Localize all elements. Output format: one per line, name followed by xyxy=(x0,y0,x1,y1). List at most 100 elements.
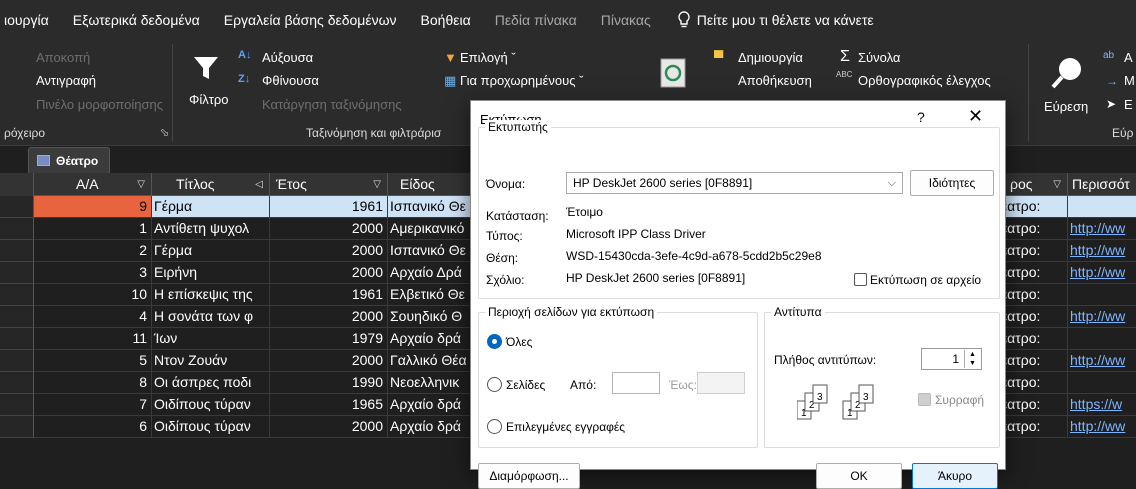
cell-year[interactable]: 1979 xyxy=(270,328,388,349)
spelling-button[interactable]: Ορθογραφικός έλεγχος xyxy=(858,73,991,88)
selection-button[interactable]: Επιλογή ˇ xyxy=(460,50,516,65)
cell-year[interactable]: 1990 xyxy=(270,372,388,393)
cell-description[interactable]: http://ww xyxy=(1068,240,1136,261)
cell-aa[interactable]: 1 xyxy=(34,218,152,239)
find-button[interactable]: Εύρεση xyxy=(1044,99,1088,114)
cell-aa[interactable]: 10 xyxy=(34,284,152,305)
menu-table-fields[interactable]: Πεδία πίνακα xyxy=(483,0,589,40)
menu-database-tools[interactable]: Εργαλεία βάσης δεδομένων xyxy=(212,0,409,40)
cell-aa[interactable]: 9 xyxy=(34,196,152,217)
spin-arrows-icon[interactable]: ▲ ▼ xyxy=(964,350,980,368)
cell-description[interactable] xyxy=(1068,328,1136,349)
cell-title[interactable]: Γέρμα xyxy=(152,240,270,261)
dropdown-arrow-icon[interactable]: ▽ xyxy=(373,173,381,196)
record-selector[interactable] xyxy=(0,262,34,284)
cell-description[interactable]: http://ww xyxy=(1068,416,1136,437)
print-to-file-checkbox[interactable] xyxy=(854,273,867,286)
hyperlink[interactable]: http://ww xyxy=(1070,242,1125,258)
cell-title[interactable]: Γέρμα xyxy=(152,196,270,217)
hyperlink[interactable]: http://ww xyxy=(1070,352,1125,368)
cell-year[interactable]: 2000 xyxy=(270,262,388,283)
cell-year[interactable]: 2000 xyxy=(270,350,388,371)
col-header-description[interactable]: Περισσότ xyxy=(1068,173,1136,196)
hyperlink[interactable]: http://ww xyxy=(1070,220,1125,236)
cell-year[interactable]: 2000 xyxy=(270,240,388,261)
format-painter-button[interactable]: Πινέλο μορφοποίησης xyxy=(36,97,163,112)
advanced-button[interactable]: Για προχωρημένους ˇ xyxy=(460,73,583,88)
record-selector[interactable] xyxy=(0,196,34,218)
cell-description[interactable]: http://ww xyxy=(1068,218,1136,239)
cell-year[interactable]: 1961 xyxy=(270,196,388,217)
cell-aa[interactable]: 5 xyxy=(34,350,152,371)
range-selected-radio[interactable] xyxy=(487,419,502,434)
cell-title[interactable]: Ειρήνη xyxy=(152,262,270,283)
copies-spinner[interactable]: 1 ▲ ▼ xyxy=(921,348,982,370)
new-record-button[interactable]: Δημιουργία xyxy=(738,50,803,65)
record-selector[interactable] xyxy=(0,218,34,240)
menu-help[interactable]: Βοήθεια xyxy=(409,0,483,40)
cell-title[interactable]: Ντον Ζουάν xyxy=(152,350,270,371)
cell-title[interactable]: Η επίσκεψις της xyxy=(152,284,270,305)
dropdown-arrow-icon[interactable]: ▽ xyxy=(137,173,145,196)
cell-aa[interactable]: 11 xyxy=(34,328,152,349)
cell-title[interactable]: Οιδίπους τύραν xyxy=(152,416,270,437)
replace-button[interactable]: Α xyxy=(1124,50,1133,65)
record-selector[interactable] xyxy=(0,240,34,262)
sort-indicator-icon[interactable]: ◁ xyxy=(255,173,263,196)
cell-description[interactable] xyxy=(1068,284,1136,305)
clear-sort-button[interactable]: Κατάργηση ταξινόμησης xyxy=(262,97,402,112)
setup-button[interactable]: Διαμόρφωση... xyxy=(478,463,580,489)
record-selector[interactable] xyxy=(0,416,34,438)
cell-title[interactable]: Οι άσπρες ποδι xyxy=(152,372,270,393)
record-selector[interactable] xyxy=(0,306,34,328)
menu-create[interactable]: ιουργία xyxy=(0,0,61,40)
hyperlink[interactable]: https://w xyxy=(1070,396,1122,412)
cell-aa[interactable]: 8 xyxy=(34,372,152,393)
copy-button[interactable]: Αντιγραφή xyxy=(36,73,96,88)
range-pages-radio[interactable] xyxy=(487,377,502,392)
cell-year[interactable]: 2000 xyxy=(270,306,388,327)
hyperlink[interactable]: http://ww xyxy=(1070,418,1125,434)
close-button[interactable]: ✕ xyxy=(968,106,983,127)
cell-year[interactable]: 1961 xyxy=(270,284,388,305)
sort-desc-button[interactable]: Φθίνουσα xyxy=(262,73,319,88)
ok-button[interactable]: OK xyxy=(816,463,902,489)
cell-description[interactable]: http://ww xyxy=(1068,350,1136,371)
hyperlink[interactable]: http://ww xyxy=(1070,264,1125,280)
cell-description[interactable]: http://ww xyxy=(1068,262,1136,283)
menu-external-data[interactable]: Εξωτερικά δεδομένα xyxy=(61,0,212,40)
record-selector[interactable] xyxy=(0,284,34,306)
search-icon[interactable] xyxy=(1050,56,1086,90)
tab-theatre-table[interactable]: Θέατρο xyxy=(28,147,110,173)
cell-title[interactable]: Οιδίπους τύραν xyxy=(152,394,270,415)
cut-button[interactable]: Αποκοπή xyxy=(36,50,90,65)
cell-title[interactable]: Η σονάτα των φ xyxy=(152,306,270,327)
help-button[interactable]: ? xyxy=(917,109,925,125)
cell-aa[interactable]: 2 xyxy=(34,240,152,261)
save-record-button[interactable]: Αποθήκευση xyxy=(738,73,812,88)
cell-description[interactable] xyxy=(1068,372,1136,393)
sort-asc-button[interactable]: Αύξουσα xyxy=(262,50,313,65)
cancel-button[interactable]: Άκυρο xyxy=(912,463,998,489)
cell-aa[interactable]: 6 xyxy=(34,416,152,437)
from-page-input[interactable] xyxy=(612,372,660,394)
cell-aa[interactable]: 7 xyxy=(34,394,152,415)
col-header-aa[interactable]: Α/Α ▽ xyxy=(34,173,152,196)
range-all-radio[interactable] xyxy=(487,334,502,349)
printer-name-select[interactable]: HP DeskJet 2600 series [0F8891] ⌵ xyxy=(566,172,903,194)
select-button[interactable]: Ε xyxy=(1124,97,1133,112)
tell-me-box[interactable]: Πείτε μου τι θέλετε να κάνετε xyxy=(663,11,874,29)
dropdown-arrow-icon[interactable]: ▽ xyxy=(1053,173,1061,196)
cell-year[interactable]: 2000 xyxy=(270,218,388,239)
cell-description[interactable]: http://ww xyxy=(1068,306,1136,327)
totals-button[interactable]: Σύνολα xyxy=(858,50,900,65)
cell-year[interactable]: 1965 xyxy=(270,394,388,415)
cell-description[interactable]: https://w xyxy=(1068,394,1136,415)
record-selector[interactable] xyxy=(0,350,34,372)
record-selector[interactable] xyxy=(0,372,34,394)
menu-table[interactable]: Πίνακας xyxy=(589,0,663,40)
to-page-input[interactable] xyxy=(697,372,745,394)
filter-button[interactable]: Φίλτρο xyxy=(189,92,229,107)
col-header-title[interactable]: Τίτλος ◁ xyxy=(152,173,270,196)
dialog-launcher-icon[interactable]: ⬂ xyxy=(160,126,169,139)
